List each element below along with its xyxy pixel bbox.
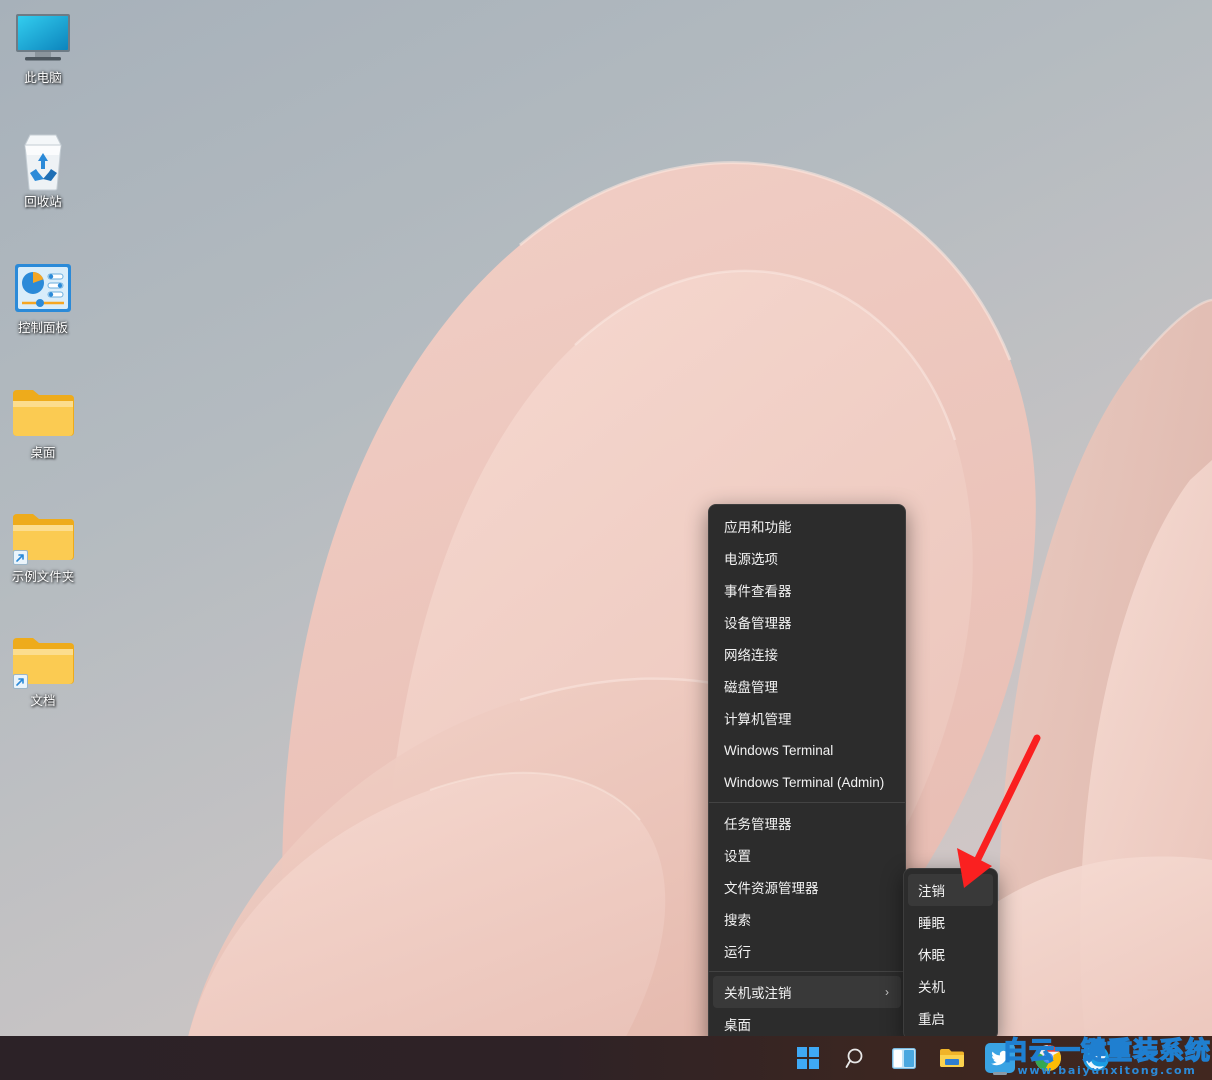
folder-icon xyxy=(11,507,75,567)
monitor-icon xyxy=(13,11,73,65)
file-explorer-button[interactable] xyxy=(934,1040,970,1076)
chevron-right-icon: › xyxy=(885,986,889,998)
desktop-wallpaper xyxy=(0,0,1212,1080)
menu-item-label: 桌面 xyxy=(724,1014,751,1034)
submenu-item-label: 睡眠 xyxy=(918,912,945,932)
desktop-icon-label: 示例文件夹 xyxy=(12,570,75,585)
windows-logo-icon xyxy=(797,1047,819,1069)
folder-icon xyxy=(939,1047,965,1069)
desktop-icon-label: 回收站 xyxy=(24,195,62,210)
menu-item-label: 设置 xyxy=(724,845,751,865)
menu-item[interactable]: 任务管理器 xyxy=(709,807,905,839)
menu-item[interactable]: 设备管理器 xyxy=(709,606,905,638)
desktop-icon-label: 控制面板 xyxy=(18,321,68,336)
start-button[interactable] xyxy=(790,1040,826,1076)
site-watermark: 白云一键重装系统 www.baiyunxitong.com xyxy=(1002,1036,1212,1080)
task-view-button[interactable] xyxy=(886,1040,922,1076)
shortcut-arrow-icon xyxy=(13,674,28,689)
menu-item[interactable]: 文件资源管理器 xyxy=(709,871,905,903)
desktop-icon-sample-folder[interactable]: 示例文件夹 xyxy=(0,507,86,585)
menu-item[interactable]: 运行 xyxy=(709,935,905,967)
watermark-title: 白云一键重装系统 xyxy=(1002,1037,1212,1064)
submenu-item[interactable]: 休眠 xyxy=(904,938,997,970)
menu-item-label: 文件资源管理器 xyxy=(724,877,819,897)
desktop-icon-label: 桌面 xyxy=(30,446,55,461)
search-button[interactable] xyxy=(838,1040,874,1076)
desktop-icon-recycle-bin[interactable]: 回收站 xyxy=(0,132,86,210)
menu-item-label: 任务管理器 xyxy=(724,813,792,833)
menu-item[interactable]: 网络连接 xyxy=(709,638,905,670)
shutdown-or-signout-submenu[interactable]: 注销睡眠休眠关机重启 xyxy=(903,868,998,1040)
desktop-icon-label: 此电脑 xyxy=(24,71,62,86)
folder-icon xyxy=(11,631,75,691)
search-icon xyxy=(845,1047,868,1070)
menu-item[interactable]: 应用和功能 xyxy=(709,510,905,542)
menu-item-label: 磁盘管理 xyxy=(724,676,778,696)
folder-icon xyxy=(12,388,74,438)
menu-item-label: 应用和功能 xyxy=(724,516,792,536)
recycle-bin-icon xyxy=(11,132,75,192)
submenu-item[interactable]: 重启 xyxy=(904,1002,997,1034)
watermark-url: www.baiyunxitong.com xyxy=(1002,1064,1212,1077)
submenu-item[interactable]: 注销 xyxy=(908,874,993,906)
menu-item-label: 电源选项 xyxy=(724,548,778,568)
menu-item[interactable]: 电源选项 xyxy=(709,542,905,574)
shortcut-arrow-icon xyxy=(13,550,28,565)
menu-item[interactable]: Windows Terminal (Admin) xyxy=(709,766,905,798)
submenu-item-label: 注销 xyxy=(918,880,945,900)
submenu-item-label: 关机 xyxy=(918,976,945,996)
submenu-item-label: 休眠 xyxy=(918,944,945,964)
menu-separator xyxy=(709,802,905,803)
menu-item-label: Windows Terminal xyxy=(724,743,833,758)
monitor-icon xyxy=(11,8,75,68)
menu-separator xyxy=(709,971,905,972)
task-view-icon xyxy=(892,1048,916,1069)
desktop-icon-documents[interactable]: 文档 xyxy=(0,631,86,709)
menu-item-label: 计算机管理 xyxy=(724,708,792,728)
menu-item-label: 运行 xyxy=(724,941,751,961)
menu-item-label: 网络连接 xyxy=(724,644,778,664)
control-panel-icon xyxy=(14,263,72,313)
desktop-icon-this-pc[interactable]: 此电脑 xyxy=(0,8,86,86)
submenu-item[interactable]: 睡眠 xyxy=(904,906,997,938)
desktop-icon-label: 文档 xyxy=(30,694,55,709)
menu-item-label: 设备管理器 xyxy=(724,612,792,632)
menu-item-label: 关机或注销 xyxy=(724,982,792,1002)
bloom-wallpaper-art xyxy=(0,0,1212,1080)
win-x-context-menu[interactable]: 应用和功能电源选项事件查看器设备管理器网络连接磁盘管理计算机管理 Windows … xyxy=(708,504,906,1046)
taskbar[interactable]: 白云一键重装系统 www.baiyunxitong.com xyxy=(0,1036,1212,1080)
submenu-item-label: 重启 xyxy=(918,1008,945,1028)
desktop-icon-control-panel[interactable]: 控制面板 xyxy=(0,258,86,336)
menu-item-label: 事件查看器 xyxy=(724,580,792,600)
control-panel-icon xyxy=(11,258,75,318)
menu-item[interactable]: 设置 xyxy=(709,839,905,871)
desktop-icon-desktop-folder[interactable]: 桌面 xyxy=(0,383,86,461)
recycle-bin-icon xyxy=(16,133,70,191)
menu-item[interactable]: 计算机管理 xyxy=(709,702,905,734)
submenu-item[interactable]: 关机 xyxy=(904,970,997,1002)
menu-item[interactable]: Windows Terminal xyxy=(709,734,905,766)
folder-icon xyxy=(11,383,75,443)
menu-item[interactable]: 关机或注销 › xyxy=(713,976,901,1008)
menu-item[interactable]: 搜索 xyxy=(709,903,905,935)
menu-item[interactable]: 事件查看器 xyxy=(709,574,905,606)
menu-item-label: 搜索 xyxy=(724,909,751,929)
menu-item[interactable]: 磁盘管理 xyxy=(709,670,905,702)
menu-item-label: Windows Terminal (Admin) xyxy=(724,775,884,790)
